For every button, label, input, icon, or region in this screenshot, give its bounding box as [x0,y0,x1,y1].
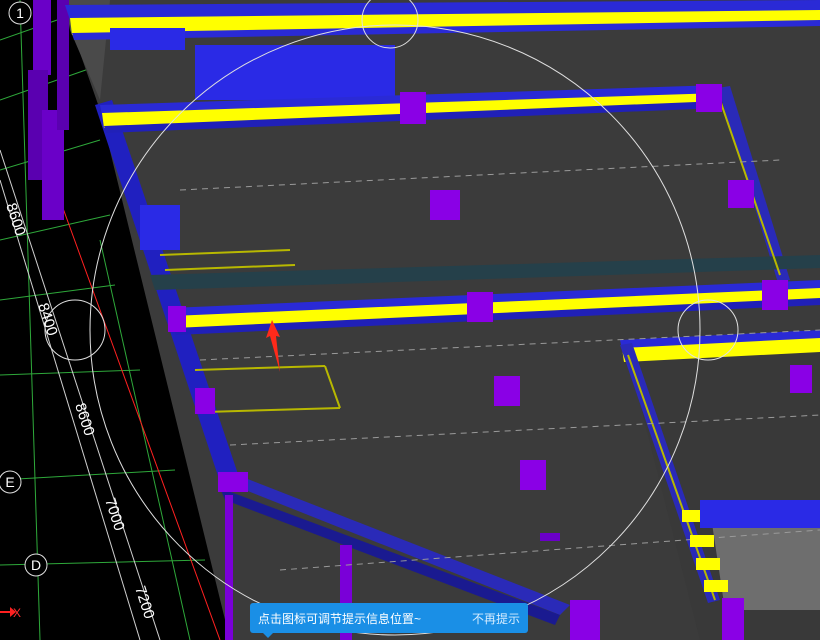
dont-show-again-link[interactable]: 不再提示 [472,610,520,627]
hint-pointer-icon [262,632,274,638]
svg-text:E: E [5,474,14,490]
x-axis-label: X [13,606,21,620]
hint-message[interactable]: 点击图标可调节提示信息位置~ [258,610,464,627]
equipment-block-1 [110,28,185,50]
axis-bubble-e: E [0,470,22,494]
hint-tooltip-bar[interactable]: 点击图标可调节提示信息位置~ 不再提示 [250,603,528,633]
svg-text:D: D [31,557,41,573]
equipment-block-2 [195,45,395,100]
axis-bubble-1: 1 [8,1,32,25]
model-3d-viewport[interactable]: 1 E D 8600 8400 8600 7000 7200 X [0,0,820,640]
svg-text:1: 1 [16,5,24,21]
axis-bubble-d: D [24,553,48,577]
